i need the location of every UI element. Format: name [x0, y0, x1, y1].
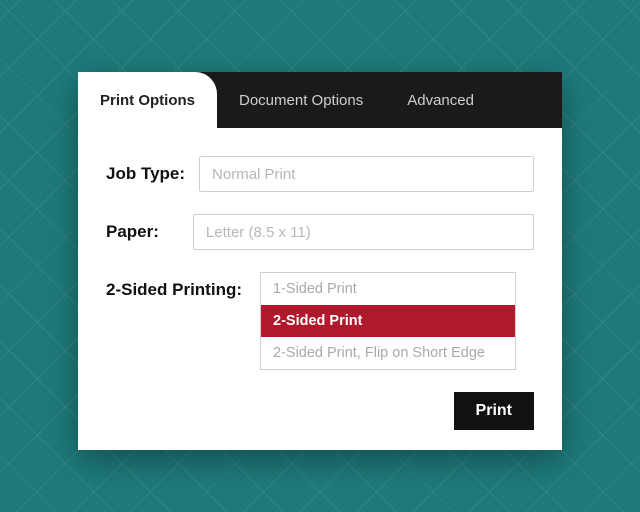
tab-label: Document Options [239, 92, 363, 109]
two-sided-option-2-sided[interactable]: 2-Sided Print [261, 305, 515, 337]
paper-row: Paper: Letter (8.5 x 11) [106, 214, 534, 250]
tab-bar: Print Options Document Options Advanced [78, 72, 562, 128]
tab-label: Advanced [407, 92, 474, 109]
job-type-select[interactable]: Normal Print [199, 156, 534, 192]
paper-value: Letter (8.5 x 11) [206, 224, 311, 241]
two-sided-dropdown[interactable]: 1-Sided Print 2-Sided Print 2-Sided Prin… [260, 272, 516, 370]
option-label: 1-Sided Print [273, 281, 357, 297]
tab-advanced[interactable]: Advanced [385, 72, 496, 128]
option-label: 2-Sided Print, Flip on Short Edge [273, 345, 485, 361]
job-type-value: Normal Print [212, 166, 295, 183]
print-button-label: Print [476, 402, 512, 419]
print-button[interactable]: Print [454, 392, 534, 430]
option-label: 2-Sided Print [273, 313, 362, 329]
two-sided-option-flip-short-edge[interactable]: 2-Sided Print, Flip on Short Edge [261, 337, 515, 369]
tab-label: Print Options [100, 92, 195, 109]
job-type-label: Job Type: [106, 164, 185, 184]
paper-select[interactable]: Letter (8.5 x 11) [193, 214, 534, 250]
print-dialog: Print Options Document Options Advanced … [78, 72, 562, 450]
two-sided-label: 2-Sided Printing: [106, 280, 242, 299]
tab-document-options[interactable]: Document Options [217, 72, 385, 128]
paper-label: Paper: [106, 222, 159, 242]
print-options-panel: Job Type: Normal Print Paper: Letter (8.… [78, 128, 562, 450]
job-type-row: Job Type: Normal Print [106, 156, 534, 192]
dialog-footer: Print [106, 392, 534, 430]
two-sided-option-1-sided[interactable]: 1-Sided Print [261, 273, 515, 305]
tab-print-options[interactable]: Print Options [78, 72, 217, 128]
two-sided-row: 2-Sided Printing: 1-Sided Print 2-Sided … [106, 272, 534, 370]
